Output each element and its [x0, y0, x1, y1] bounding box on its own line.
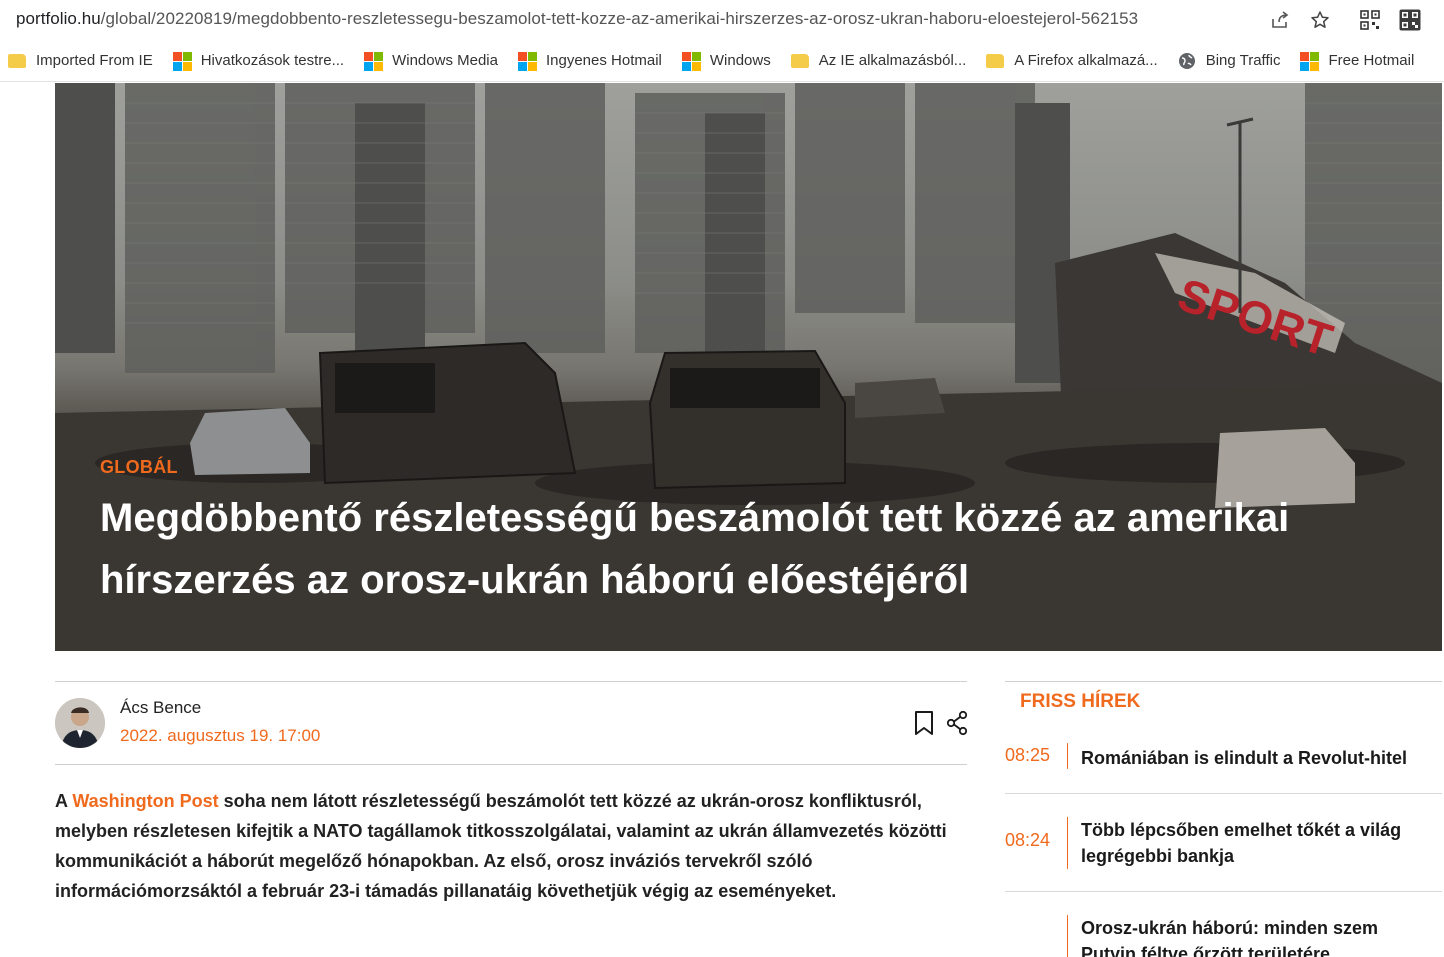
folder-icon	[790, 53, 809, 68]
author-name[interactable]: Ács Bence	[120, 698, 201, 718]
news-divider	[1005, 793, 1442, 794]
bookmark-az-ie[interactable]: Az IE alkalmazásból...	[790, 52, 966, 69]
address-bar[interactable]: portfolio.hu/global/20220819/megdobbento…	[0, 0, 1444, 40]
sidebar-divider-top	[1005, 681, 1442, 682]
news-time-separator	[1067, 915, 1068, 957]
news-item[interactable]: 08:25 Romániában is elindult a Revolut-h…	[1005, 743, 1442, 775]
washington-post-link[interactable]: Washington Post	[72, 791, 218, 811]
folder-icon	[8, 53, 26, 68]
meta-divider-top	[55, 681, 967, 682]
news-time: 08:24	[1005, 830, 1051, 850]
news-title[interactable]: Több lépcsőben emelhet tőkét a világ leg…	[1081, 817, 1436, 869]
windows-logo-icon	[517, 51, 537, 71]
publish-date: 2022. augusztus 19. 17:00	[120, 726, 321, 745]
bookmark-ingyenes-hotmail[interactable]: Ingyenes Hotmail	[517, 51, 662, 71]
windows-logo-icon	[172, 51, 192, 71]
latest-news-title: FRISS HÍREK	[1020, 691, 1141, 712]
url-path: /global/20220819/megdobbento-reszletesse…	[100, 9, 1139, 28]
news-title[interactable]: Orosz-ukrán háború: minden szem Putyin f…	[1081, 915, 1436, 957]
star-bookmark-icon[interactable]	[1306, 6, 1334, 34]
bookmark-a-firefox[interactable]: A Firefox alkalmazá...	[986, 52, 1158, 69]
bookmark-windows-media[interactable]: Windows Media	[364, 51, 498, 71]
windows-logo-icon	[364, 51, 384, 71]
news-time-separator	[1067, 743, 1068, 769]
share-icon[interactable]	[945, 710, 969, 736]
news-item[interactable]: 08:24 Több lépcsőben emelhet tőkét a vil…	[1005, 817, 1442, 873]
share-page-icon[interactable]	[1266, 6, 1294, 34]
folder-icon	[986, 53, 1005, 68]
article-lead: A Washington Post soha nem látott részle…	[55, 791, 947, 901]
news-divider	[1005, 891, 1442, 892]
bookmark-free-hotmail[interactable]: Free Hotmail	[1300, 51, 1414, 71]
bookmark-windows[interactable]: Windows	[681, 51, 771, 71]
news-item[interactable]: Orosz-ukrán háború: minden szem Putyin f…	[1005, 915, 1442, 957]
author-avatar[interactable]	[55, 698, 105, 748]
qr-code-icon[interactable]	[1356, 6, 1384, 34]
bookmarks-bar: Imported From IE Hivatkozások testre... …	[0, 40, 1444, 82]
meta-divider-bottom	[55, 764, 967, 765]
news-title[interactable]: Romániában is elindult a Revolut-hitel	[1081, 745, 1436, 771]
hero-category-label[interactable]: GLOBÁL	[100, 457, 178, 478]
article-title: Megdöbbentő részletességű beszámolót tet…	[100, 496, 1290, 602]
hero-image[interactable]: SPORT GLOBÁL Megdöbbentő részletességű b…	[55, 83, 1442, 651]
news-time-separator	[1067, 817, 1068, 869]
url-text[interactable]: portfolio.hu/global/20220819/megdobbento…	[16, 9, 1138, 29]
news-time: 08:25	[1005, 745, 1051, 765]
bookmark-article-icon[interactable]	[912, 710, 936, 736]
bookmark-imported-from-ie[interactable]: Imported From IE	[8, 52, 153, 69]
extension-qr-icon[interactable]	[1396, 6, 1424, 34]
url-host: portfolio.hu	[16, 9, 101, 28]
globe-icon	[1178, 52, 1196, 70]
bookmark-bing-traffic[interactable]: Bing Traffic	[1178, 52, 1280, 70]
windows-logo-icon	[681, 51, 701, 71]
bookmark-hivatkozasok[interactable]: Hivatkozások testre...	[172, 51, 344, 71]
windows-logo-icon	[1300, 51, 1320, 71]
